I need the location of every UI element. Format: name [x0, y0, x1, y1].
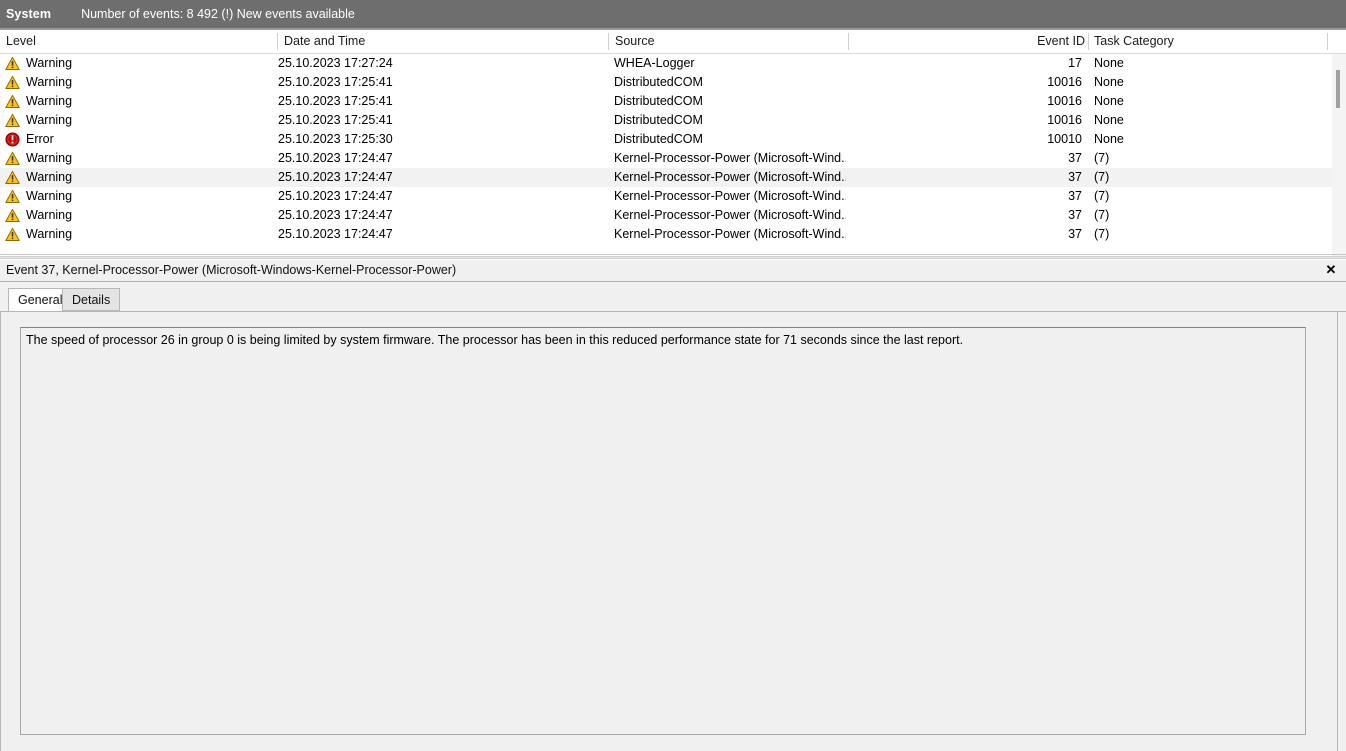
- event-list-scrollbar-thumb[interactable]: [1336, 70, 1340, 108]
- event-description-box[interactable]: The speed of processor 26 in group 0 is …: [20, 327, 1306, 735]
- cell-task-category: None: [1094, 56, 1124, 70]
- event-detail-pane: Event 37, Kernel-Processor-Power (Micros…: [0, 260, 1346, 751]
- cell-source: Kernel-Processor-Power (Microsoft-Wind..…: [614, 227, 846, 241]
- cell-task-category: (7): [1094, 227, 1110, 241]
- cell-level: Warning: [26, 151, 73, 165]
- table-row[interactable]: Warning 25.10.2023 17:24:47 Kernel-Process…: [0, 149, 1340, 168]
- table-row[interactable]: Warning 25.10.2023 17:24:47 Kernel-Process…: [0, 187, 1340, 206]
- cell-event-id: 37: [1068, 227, 1082, 241]
- cell-datetime: 25.10.2023 17:24:47: [278, 189, 393, 203]
- cell-level: Warning: [26, 189, 73, 203]
- cell-level: Warning: [26, 94, 73, 108]
- cell-level: Warning: [26, 113, 73, 127]
- body-left-edge: [0, 312, 1, 751]
- cell-task-category: (7): [1094, 151, 1110, 165]
- table-row[interactable]: Warning 25.10.2023 17:24:47 Kernel-Process…: [0, 225, 1340, 244]
- event-list-header: Level Date and Time Source Event ID Task…: [0, 30, 1346, 54]
- cell-source: DistributedCOM: [614, 113, 703, 127]
- table-row[interactable]: Warning 25.10.2023 17:25:41 DistributedCOM…: [0, 111, 1340, 130]
- column-header-level[interactable]: Level: [6, 30, 271, 53]
- cell-datetime: 25.10.2023 17:25:41: [278, 75, 393, 89]
- cell-event-id: 10016: [1047, 94, 1082, 108]
- cell-source: DistributedCOM: [614, 75, 703, 89]
- cell-level: Warning: [26, 75, 73, 89]
- cell-source: DistributedCOM: [614, 132, 703, 146]
- event-detail-header: Event 37, Kernel-Processor-Power (Micros…: [0, 260, 1346, 281]
- cell-level: Warning: [26, 56, 73, 70]
- event-list-bottom-rule: [0, 254, 1346, 255]
- table-row[interactable]: Warning 25.10.2023 17:24:47 Kernel-Process…: [0, 206, 1340, 225]
- event-list-rows: Warning 25.10.2023 17:27:24 WHEA-Logger 17 N…: [0, 54, 1346, 256]
- cell-datetime: 25.10.2023 17:24:47: [278, 170, 393, 184]
- cell-task-category: (7): [1094, 189, 1110, 203]
- column-divider-3[interactable]: [848, 33, 849, 50]
- cell-event-id: 37: [1068, 170, 1082, 184]
- cell-event-id: 10016: [1047, 113, 1082, 127]
- column-header-source[interactable]: Source: [615, 30, 840, 53]
- table-row[interactable]: Warning 25.10.2023 17:25:41 DistributedCOM…: [0, 73, 1340, 92]
- cell-task-category: None: [1094, 113, 1124, 127]
- cell-level: Warning: [26, 170, 73, 184]
- pane-splitter[interactable]: [0, 256, 1346, 259]
- column-divider-5[interactable]: [1327, 33, 1328, 50]
- log-name-label: System: [6, 7, 52, 21]
- event-detail-title: Event 37, Kernel-Processor-Power (Micros…: [6, 263, 457, 277]
- cell-datetime: 25.10.2023 17:25:41: [278, 113, 393, 127]
- event-detail-body: The speed of processor 26 in group 0 is …: [0, 312, 1346, 751]
- event-viewer-window: System Number of events: 8 492 (!) New e…: [0, 0, 1346, 751]
- cell-event-id: 17: [1068, 56, 1082, 70]
- cell-level: Error: [26, 132, 54, 146]
- event-list-scrollbar[interactable]: [1332, 54, 1346, 256]
- table-row[interactable]: Warning 25.10.2023 17:25:41 DistributedCOM…: [0, 92, 1340, 111]
- cell-datetime: 25.10.2023 17:24:47: [278, 151, 393, 165]
- cell-level: Warning: [26, 208, 73, 222]
- cell-source: WHEA-Logger: [614, 56, 695, 70]
- cell-event-id: 37: [1068, 208, 1082, 222]
- cell-task-category: None: [1094, 132, 1124, 146]
- cell-event-id: 10016: [1047, 75, 1082, 89]
- cell-datetime: 25.10.2023 17:25:41: [278, 94, 393, 108]
- cell-task-category: None: [1094, 94, 1124, 108]
- table-row[interactable]: Warning 25.10.2023 17:24:47 Kernel-Process…: [0, 168, 1340, 187]
- log-status-bar: System Number of events: 8 492 (!) New e…: [0, 0, 1346, 28]
- column-divider-4[interactable]: [1088, 33, 1089, 50]
- event-description-text: The speed of processor 26 in group 0 is …: [26, 333, 964, 347]
- column-divider-2[interactable]: [608, 33, 609, 50]
- cell-datetime: 25.10.2023 17:24:47: [278, 208, 393, 222]
- body-right-edge: [1337, 312, 1338, 751]
- event-list[interactable]: Level Date and Time Source Event ID Task…: [0, 30, 1346, 256]
- table-row[interactable]: Error 25.10.2023 17:25:30 DistributedCOM 10…: [0, 130, 1340, 149]
- cell-event-id: 10010: [1047, 132, 1082, 146]
- table-row[interactable]: Warning 25.10.2023 17:27:24 WHEA-Logger 17 N…: [0, 54, 1340, 73]
- cell-source: Kernel-Processor-Power (Microsoft-Wind..…: [614, 151, 846, 165]
- close-icon[interactable]: ✕: [1322, 261, 1340, 279]
- cell-event-id: 37: [1068, 151, 1082, 165]
- cell-task-category: (7): [1094, 170, 1110, 184]
- cell-datetime: 25.10.2023 17:27:24: [278, 56, 393, 70]
- cell-level: Warning: [26, 227, 73, 241]
- cell-source: Kernel-Processor-Power (Microsoft-Wind..…: [614, 189, 846, 203]
- event-detail-tabs: General Details: [0, 288, 1346, 313]
- tab-details[interactable]: Details: [62, 288, 121, 311]
- cell-source: DistributedCOM: [614, 94, 703, 108]
- column-header-datetime[interactable]: Date and Time: [284, 30, 604, 53]
- column-divider-1[interactable]: [277, 33, 278, 50]
- cell-task-category: None: [1094, 75, 1124, 89]
- detail-header-divider: [0, 281, 1346, 282]
- cell-datetime: 25.10.2023 17:24:47: [278, 227, 393, 241]
- cell-event-id: 37: [1068, 189, 1082, 203]
- cell-datetime: 25.10.2023 17:25:30: [278, 132, 393, 146]
- cell-task-category: (7): [1094, 208, 1110, 222]
- column-header-task-category[interactable]: Task Category: [1094, 30, 1319, 53]
- cell-source: Kernel-Processor-Power (Microsoft-Wind..…: [614, 170, 846, 184]
- column-header-event-id[interactable]: Event ID: [900, 30, 1085, 53]
- events-count-label: Number of events: 8 492 (!) New events a…: [81, 7, 355, 21]
- cell-source: Kernel-Processor-Power (Microsoft-Wind..…: [614, 208, 846, 222]
